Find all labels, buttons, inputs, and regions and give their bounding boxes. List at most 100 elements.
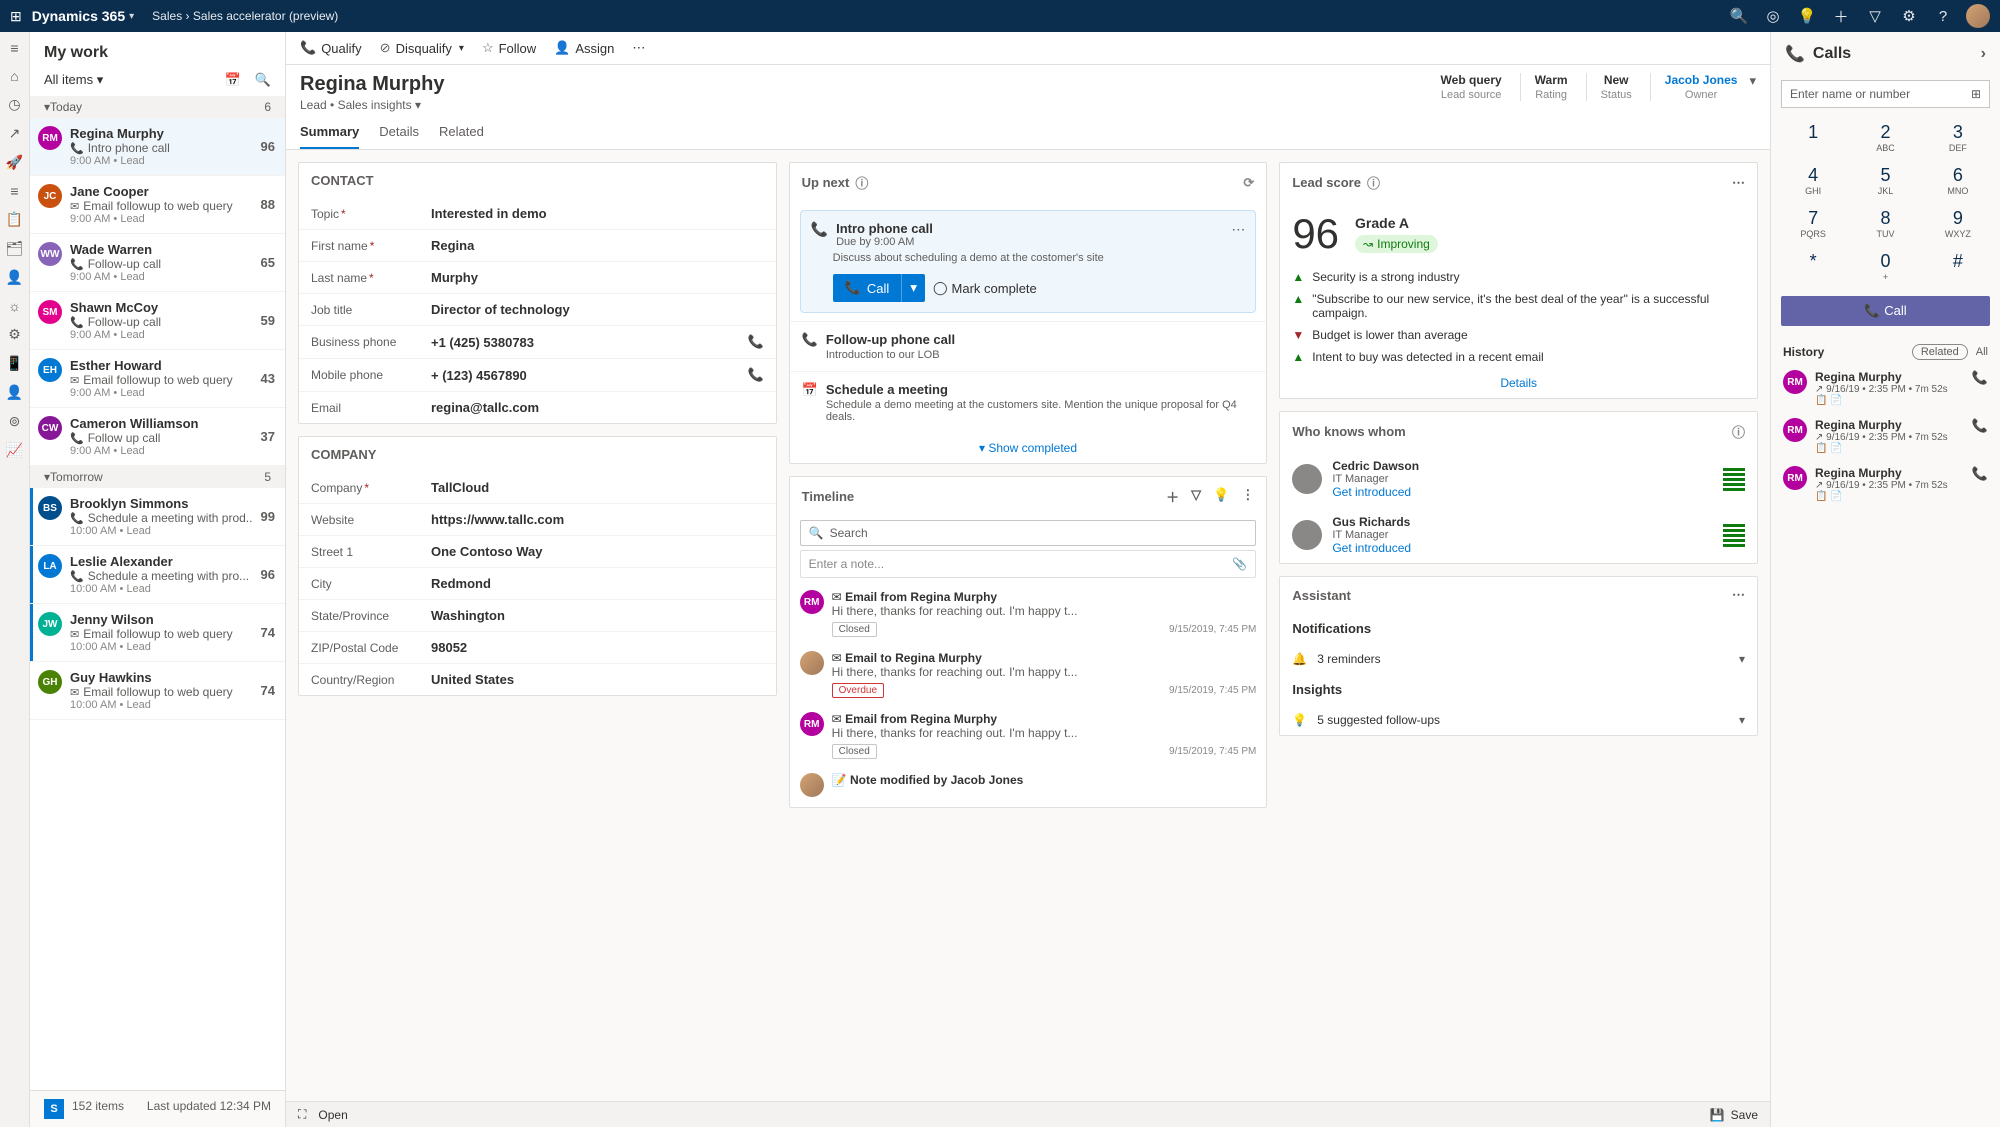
phone-icon[interactable]: 📞 xyxy=(747,367,763,383)
cmd-qualify[interactable]: 📞Qualify xyxy=(300,40,362,56)
insights-icon[interactable]: 💡 xyxy=(1213,487,1229,506)
dialpad-key[interactable]: 8TUV xyxy=(1849,202,1921,245)
timeline-item[interactable]: 📝 Note modified by Jacob Jones xyxy=(790,769,1267,807)
target-icon[interactable]: ◎ xyxy=(1756,7,1790,25)
worklist-group[interactable]: ▾ Tomorrow5 xyxy=(30,466,285,488)
timeline-item[interactable]: RM ✉ Email from Regina Murphy Hi there, … xyxy=(790,708,1267,769)
call-history-item[interactable]: RM Regina Murphy↗ 9/16/19 • 2:35 PM • 7m… xyxy=(1771,364,2000,412)
dialpad-key[interactable]: 2ABC xyxy=(1849,116,1921,159)
filter-icon[interactable]: ▽ xyxy=(1191,487,1201,506)
more-icon[interactable]: ⋯ xyxy=(1732,587,1745,603)
user-avatar[interactable] xyxy=(1966,4,1990,28)
breadcrumb-sales[interactable]: Sales xyxy=(152,9,182,23)
info-icon[interactable]: ⓘ xyxy=(855,173,868,192)
nav-rail-item[interactable]: 📋 xyxy=(6,211,23,228)
add-icon[interactable]: ＋ xyxy=(1824,6,1858,27)
brand-chevron-icon[interactable]: ▾ xyxy=(129,11,134,22)
upnext-item[interactable]: 📅Schedule a meetingSchedule a demo meeti… xyxy=(790,371,1267,433)
followups-row[interactable]: 💡 5 suggested follow-ups ▾ xyxy=(1280,705,1757,735)
nav-rail-item[interactable]: 📱 xyxy=(6,355,23,372)
timeline-note-input[interactable]: Enter a note...📎 xyxy=(800,550,1257,578)
dialpad-key[interactable]: 4GHI xyxy=(1777,159,1849,202)
dialpad-key[interactable]: * xyxy=(1777,245,1849,288)
dialpad-key[interactable]: 9WXYZ xyxy=(1922,202,1994,245)
form-field[interactable]: Business phone+1 (425) 5380783📞 xyxy=(299,325,776,358)
form-field[interactable]: ZIP/Postal Code98052 xyxy=(299,631,776,663)
more-icon[interactable]: ⋯ xyxy=(1732,175,1745,191)
nav-rail-item[interactable]: ⚙ xyxy=(8,326,21,343)
phone-icon[interactable]: 📞 xyxy=(1972,466,1988,482)
nav-rail-item[interactable]: ⌂ xyxy=(10,68,18,84)
app-launcher-icon[interactable]: ⊞ xyxy=(10,8,22,25)
nav-rail-item[interactable]: ☼ xyxy=(8,298,21,314)
search-icon[interactable]: 🔍 xyxy=(1722,7,1756,25)
worklist-item[interactable]: WW Wade Warren 📞Follow-up call 9:00 AM •… xyxy=(30,234,285,292)
worklist-item[interactable]: JW Jenny Wilson ✉Email followup to web q… xyxy=(30,604,285,662)
calendar-icon[interactable]: 📅 xyxy=(225,72,241,88)
more-icon[interactable]: ⋯ xyxy=(1231,221,1245,238)
call-history-item[interactable]: RM Regina Murphy↗ 9/16/19 • 2:35 PM • 7m… xyxy=(1771,460,2000,508)
worklist-item[interactable]: JC Jane Cooper ✉Email followup to web qu… xyxy=(30,176,285,234)
form-field[interactable]: Job titleDirector of technology xyxy=(299,293,776,325)
form-field[interactable]: Topic*Interested in demo xyxy=(299,198,776,229)
call-history-item[interactable]: RM Regina Murphy↗ 9/16/19 • 2:35 PM • 7m… xyxy=(1771,412,2000,460)
expand-icon[interactable]: › xyxy=(1981,45,1986,63)
info-icon[interactable]: ⓘ xyxy=(1732,422,1745,441)
form-field[interactable]: State/ProvinceWashington xyxy=(299,599,776,631)
tab-related[interactable]: Related xyxy=(439,116,484,149)
dialpad-key[interactable]: # xyxy=(1922,245,1994,288)
nav-rail-item[interactable]: 🗂 xyxy=(6,240,24,257)
form-field[interactable]: Street 1One Contoso Way xyxy=(299,535,776,567)
settings-icon[interactable]: ⚙ xyxy=(1892,7,1926,25)
reminders-row[interactable]: 🔔 3 reminders ▾ xyxy=(1280,644,1757,674)
dialpad-key[interactable]: 7PQRS xyxy=(1777,202,1849,245)
dialpad-key[interactable]: 1 xyxy=(1777,116,1849,159)
get-introduced-link[interactable]: Get introduced xyxy=(1332,541,1411,555)
dialpad-key[interactable]: 6MNO xyxy=(1922,159,1994,202)
cmd-follow[interactable]: ☆Follow xyxy=(482,40,536,56)
form-field[interactable]: First name*Regina xyxy=(299,229,776,261)
dial-call-button[interactable]: 📞 Call xyxy=(1781,296,1990,326)
form-field[interactable]: Websitehttps://www.tallc.com xyxy=(299,503,776,535)
get-introduced-link[interactable]: Get introduced xyxy=(1332,485,1419,499)
cmd-assign[interactable]: 👤Assign xyxy=(554,40,614,56)
worklist-item[interactable]: EH Esther Howard ✉Email followup to web … xyxy=(30,350,285,408)
lightbulb-icon[interactable]: 💡 xyxy=(1790,7,1824,25)
timeline-item[interactable]: RM ✉ Email from Regina Murphy Hi there, … xyxy=(790,586,1267,647)
dial-input[interactable]: Enter name or number ⊞ xyxy=(1781,80,1990,108)
form-field[interactable]: Company*TallCloud xyxy=(299,472,776,503)
timeline-search[interactable]: 🔍Search xyxy=(800,520,1257,546)
call-button[interactable]: 📞Call xyxy=(833,274,902,302)
dialpad-key[interactable]: 0+ xyxy=(1849,245,1921,288)
call-split-button[interactable]: ▾ xyxy=(901,274,925,302)
dialpad-key[interactable]: 3DEF xyxy=(1922,116,1994,159)
expand-icon[interactable]: ⛶ xyxy=(298,1107,306,1122)
nav-rail-item[interactable]: 👤 xyxy=(6,384,23,401)
worklist-item[interactable]: SM Shawn McCoy 📞Follow-up call 9:00 AM •… xyxy=(30,292,285,350)
nav-rail-item[interactable]: ≡ xyxy=(10,40,18,56)
add-icon[interactable]: ＋ xyxy=(1166,487,1179,506)
phone-icon[interactable]: 📞 xyxy=(1972,370,1988,386)
history-all-link[interactable]: All xyxy=(1976,346,1988,358)
worklist-item[interactable]: BS Brooklyn Simmons 📞Schedule a meeting … xyxy=(30,488,285,546)
mark-complete-button[interactable]: ◯Mark complete xyxy=(933,274,1037,302)
nav-rail-item[interactable]: 📈 xyxy=(6,442,23,459)
refresh-icon[interactable]: ⟳ xyxy=(1243,175,1254,191)
nav-rail-item[interactable]: ≡ xyxy=(10,183,18,199)
cmd-disqualify[interactable]: ⊘Disqualify▾ xyxy=(380,40,464,56)
phone-icon[interactable]: 📞 xyxy=(1972,418,1988,434)
form-field[interactable]: Country/RegionUnited States xyxy=(299,663,776,695)
phone-icon[interactable]: 📞 xyxy=(747,334,763,350)
form-field[interactable]: CityRedmond xyxy=(299,567,776,599)
form-field[interactable]: Emailregina@tallc.com xyxy=(299,391,776,423)
worklist-item[interactable]: CW Cameron Williamson 📞Follow up call 9:… xyxy=(30,408,285,466)
dialpad-key[interactable]: 5JKL xyxy=(1849,159,1921,202)
upnext-item[interactable]: 📞Follow-up phone callIntroduction to our… xyxy=(790,321,1267,371)
form-field[interactable]: Last name*Murphy xyxy=(299,261,776,293)
nav-rail-item[interactable]: ⊚ xyxy=(9,413,21,430)
info-icon[interactable]: ⓘ xyxy=(1367,173,1380,192)
worklist-item[interactable]: GH Guy Hawkins ✉Email followup to web qu… xyxy=(30,662,285,720)
save-button[interactable]: Save xyxy=(1731,1108,1758,1122)
worklist-group[interactable]: ▾ Today6 xyxy=(30,96,285,118)
leadscore-details-link[interactable]: Details xyxy=(1280,368,1757,398)
